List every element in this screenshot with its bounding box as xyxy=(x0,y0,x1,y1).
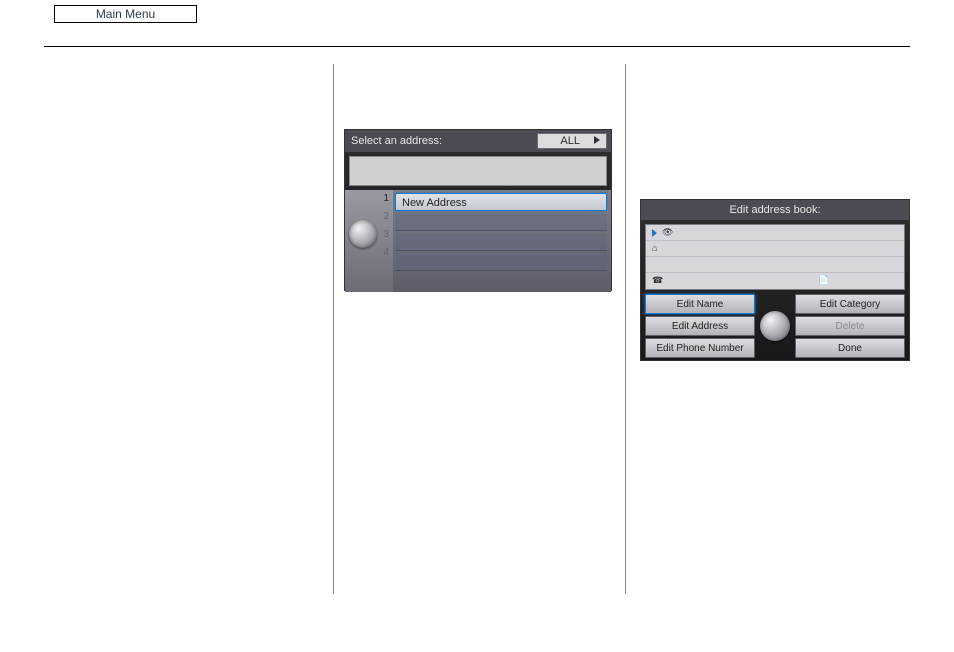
category-filter-label: ALL xyxy=(560,135,580,147)
divider-vertical-1 xyxy=(333,64,334,594)
row-number-column: 1 2 3 4 xyxy=(345,190,393,292)
edit-name-button[interactable]: Edit Name xyxy=(645,294,755,314)
list-item[interactable] xyxy=(395,213,607,231)
center-dial xyxy=(757,294,793,358)
row-number: 1 xyxy=(383,190,389,208)
detail-row-address: ⌂ xyxy=(646,241,904,257)
list-item[interactable]: New Address xyxy=(395,193,607,211)
edit-buttons-panel: Edit Name Edit Address Edit Phone Number… xyxy=(641,294,909,360)
edit-address-book-title: Edit address book: xyxy=(641,200,909,220)
delete-button[interactable]: Delete xyxy=(795,316,905,336)
address-list: 1 2 3 4 New Address xyxy=(345,190,611,292)
edit-address-button[interactable]: Edit Address xyxy=(645,316,755,336)
detail-row-blank xyxy=(646,257,904,273)
row-number: 3 xyxy=(383,226,389,244)
view-icon: 👁 xyxy=(662,228,671,237)
category-filter-button[interactable]: ALL xyxy=(537,133,607,149)
detail-row-name: 👁 xyxy=(646,225,904,241)
phone-icon: ☎ xyxy=(652,276,661,285)
list-item[interactable] xyxy=(395,233,607,251)
main-menu-button[interactable]: Main Menu xyxy=(54,5,197,23)
home-icon: ⌂ xyxy=(652,244,661,253)
edit-address-book-screen: Edit address book: 👁 ⌂ ☎ 📄 Edit Name Edi… xyxy=(640,199,910,361)
select-address-title: Select an address: xyxy=(345,130,442,152)
list-item[interactable] xyxy=(395,253,607,271)
address-details-panel: 👁 ⌂ ☎ 📄 xyxy=(645,224,905,290)
rotary-dial-icon[interactable] xyxy=(349,220,377,248)
select-address-screen: Select an address: ALL 1 2 3 4 New Addre… xyxy=(344,129,612,291)
rotary-dial-icon[interactable] xyxy=(760,311,790,341)
current-route-icon xyxy=(652,229,657,237)
arrow-right-icon xyxy=(594,136,600,144)
done-button[interactable]: Done xyxy=(795,338,905,358)
address-rows: New Address xyxy=(393,190,611,292)
address-search-box[interactable] xyxy=(349,156,607,186)
select-address-header: Select an address: ALL xyxy=(345,130,611,152)
row-number: 4 xyxy=(383,244,389,262)
divider-vertical-2 xyxy=(625,64,626,594)
category-icon: 📄 xyxy=(818,276,827,285)
divider-horizontal xyxy=(44,46,910,47)
detail-row-phone: ☎ 📄 xyxy=(646,273,904,288)
edit-category-button[interactable]: Edit Category xyxy=(795,294,905,314)
edit-phone-number-button[interactable]: Edit Phone Number xyxy=(645,338,755,358)
row-number: 2 xyxy=(383,208,389,226)
